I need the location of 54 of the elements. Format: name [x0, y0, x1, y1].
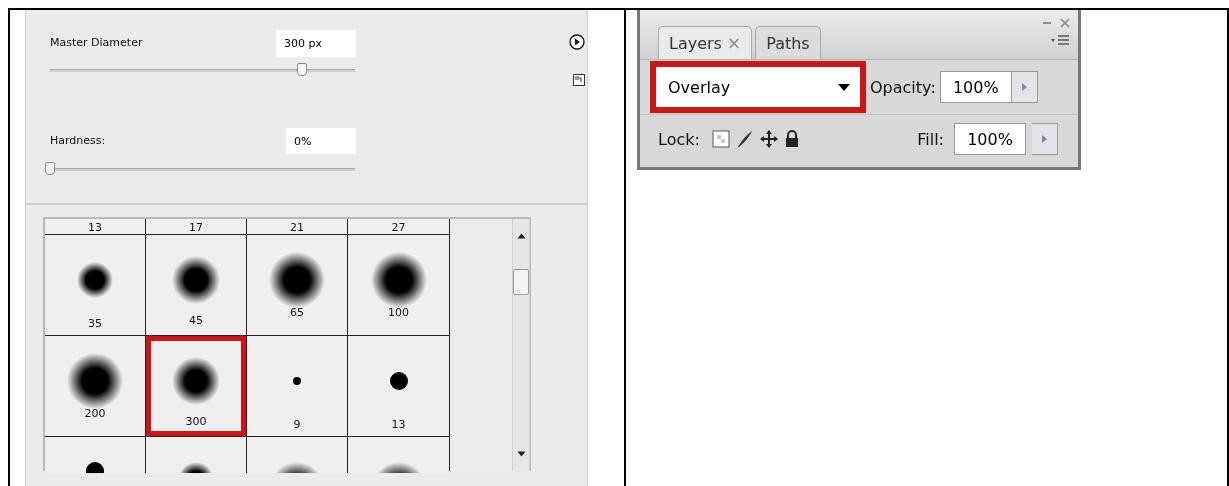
panel-tab[interactable]: Paths — [755, 26, 821, 59]
brush-size-label: 13 — [88, 221, 102, 234]
slider-label: Master Diameter — [50, 36, 143, 49]
arrow-button[interactable] — [1032, 123, 1058, 155]
scroll-down-icon — [516, 451, 526, 457]
value-field[interactable]: 300 px — [276, 30, 356, 57]
caret-icon — [838, 83, 850, 91]
close-icon — [1060, 18, 1070, 28]
brush-icon — [735, 130, 754, 148]
lock-icon — [783, 130, 800, 148]
fill-label: Fill: — [917, 129, 944, 149]
brush-size-label: 35 — [88, 317, 102, 330]
brush-preview-icon — [370, 252, 427, 308]
scroll-up-icon — [516, 233, 526, 239]
brush-size-label: 45 — [189, 314, 203, 327]
brush-size-label: 17 — [189, 221, 203, 234]
value-field[interactable]: 100% — [954, 123, 1026, 155]
brush-size-label: 27 — [391, 221, 406, 234]
lock-label: Lock: — [658, 129, 700, 149]
opacity-label: Opacity: — [870, 77, 936, 97]
transparency-lock-icon — [711, 130, 730, 148]
slider-thumb[interactable] — [45, 162, 55, 175]
scroll-thumb[interactable] — [513, 269, 529, 295]
value-field[interactable]: 0% — [286, 128, 356, 154]
brush-preview-icon — [269, 252, 325, 308]
brush-size-label: 100 — [388, 306, 409, 319]
panel-tab[interactable]: Layers × — [658, 26, 753, 59]
value-field[interactable]: 100% — [939, 71, 1012, 103]
brush-size-label: 200 — [84, 407, 106, 420]
brush-size-label: 13 — [391, 418, 406, 431]
panel-menu-icon — [1050, 34, 1070, 46]
brush-preview-icon — [389, 372, 408, 390]
brush-preview-icon — [293, 377, 301, 385]
brush-size-label: 9 — [293, 418, 301, 431]
brush-preview-icon — [86, 462, 104, 473]
arrow-right-icon — [1042, 135, 1047, 143]
slider-thumb[interactable] — [297, 63, 307, 76]
brush-preview-icon — [178, 462, 214, 473]
blend-mode-dropdown[interactable]: Overlay — [650, 61, 866, 113]
brush-size-label: 21 — [290, 221, 304, 234]
brush-preview-icon — [77, 262, 113, 298]
scrollbar[interactable] — [512, 219, 530, 471]
brush-preview-icon — [172, 256, 220, 304]
brush-tile[interactable]: 300 — [146, 336, 246, 436]
arrow-right-icon — [1021, 83, 1027, 91]
move-icon — [759, 130, 778, 148]
brush-size-label: 65 — [290, 306, 304, 319]
brush-preview-icon — [172, 357, 220, 405]
new-preset-icon — [573, 74, 585, 86]
slider-label: Hardness: — [50, 134, 106, 147]
arrow-button[interactable] — [1011, 71, 1038, 103]
brush-size-label: 300 — [185, 415, 207, 428]
brush-preview-icon — [67, 353, 123, 409]
play-circle-icon — [569, 34, 585, 50]
